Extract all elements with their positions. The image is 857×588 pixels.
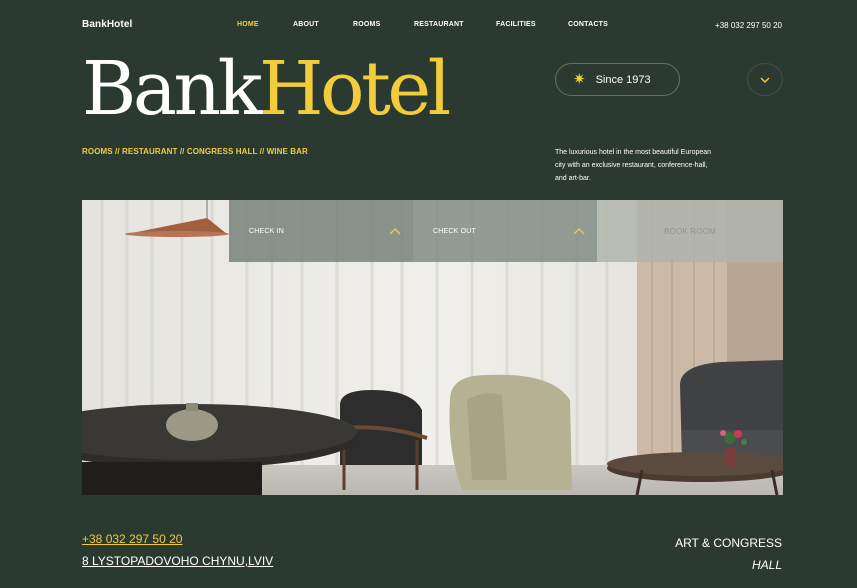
nav-facilities[interactable]: FACILITIES bbox=[496, 21, 536, 28]
hotel-description: The luxurious hotel in the most beautifu… bbox=[555, 149, 712, 182]
footer-address-link[interactable]: 8 LYSTOPADOVOHO CHYNU,LVIV bbox=[82, 554, 273, 568]
since-label: Since 1973 bbox=[595, 73, 651, 86]
footer-right-line2: HALL bbox=[751, 558, 782, 572]
scroll-down-button[interactable] bbox=[747, 63, 783, 96]
check-out-label: CHECK OUT bbox=[433, 227, 477, 235]
chevron-down-icon bbox=[760, 77, 770, 83]
site-logo[interactable]: BankHotel bbox=[82, 19, 132, 30]
header-phone[interactable]: +38 032 297 50 20 bbox=[715, 21, 782, 30]
brand-title-bank: Bank bbox=[82, 46, 263, 132]
footer-right-line1: ART & CONGRESS bbox=[675, 536, 782, 550]
since-badge[interactable]: ✷ Since 1973 bbox=[555, 63, 680, 96]
footer-art-congress-hall[interactable]: ART & CONGRESS HALL bbox=[675, 532, 782, 576]
nav-about[interactable]: ABOUT bbox=[293, 21, 319, 28]
booking-bar: CHECK IN CHECK OUT BOOK ROOM bbox=[229, 200, 783, 262]
check-in-label: CHECK IN bbox=[249, 227, 285, 235]
nav-home[interactable]: HOME bbox=[237, 21, 259, 28]
brand-title-hotel: Hotel bbox=[259, 46, 451, 132]
nav-restaurant[interactable]: RESTAURANT bbox=[414, 21, 464, 28]
footer-phone-link[interactable]: +38 032 297 50 20 bbox=[82, 532, 182, 546]
top-bar: BankHotel HOME ABOUT ROOMS RESTAURANT FA… bbox=[0, 0, 857, 50]
check-in-field[interactable]: CHECK IN bbox=[229, 200, 413, 262]
nav-rooms[interactable]: ROOMS bbox=[353, 21, 380, 28]
chevron-up-icon bbox=[573, 227, 585, 234]
check-out-field[interactable]: CHECK OUT bbox=[413, 200, 597, 262]
book-room-label: BOOK ROOM bbox=[663, 226, 717, 236]
brand-title: BankHotel bbox=[82, 44, 451, 134]
sun-star-icon: ✷ bbox=[573, 71, 586, 88]
nav-contacts[interactable]: CONTACTS bbox=[568, 21, 608, 28]
section-links[interactable]: ROOMS // RESTAURANT // CONGRESS HALL // … bbox=[82, 147, 308, 156]
book-room-button[interactable]: BOOK ROOM bbox=[597, 200, 783, 262]
chevron-up-icon bbox=[389, 227, 401, 234]
